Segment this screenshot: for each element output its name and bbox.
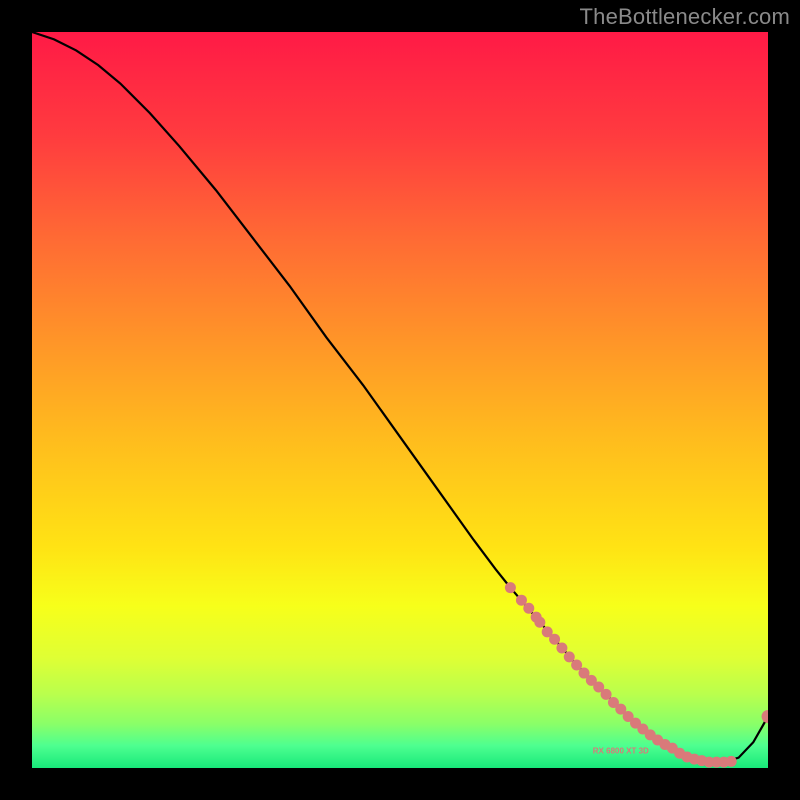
plot-area: RX 6800 XT 3D xyxy=(32,32,768,768)
chart-svg: RX 6800 XT 3D xyxy=(32,32,768,768)
series-annotation: RX 6800 XT 3D xyxy=(593,746,649,755)
chart-frame: TheBottlenecker.com RX 6800 XT 3D xyxy=(0,0,800,800)
data-marker xyxy=(556,643,567,654)
gradient-background xyxy=(32,32,768,768)
data-marker xyxy=(601,689,612,700)
data-marker xyxy=(534,617,545,628)
data-marker xyxy=(571,659,582,670)
data-marker xyxy=(549,634,560,645)
data-marker xyxy=(564,651,575,662)
watermark-text: TheBottlenecker.com xyxy=(580,4,790,30)
data-marker xyxy=(516,595,527,606)
data-marker xyxy=(505,582,516,593)
data-marker xyxy=(726,756,737,767)
data-marker xyxy=(523,603,534,614)
